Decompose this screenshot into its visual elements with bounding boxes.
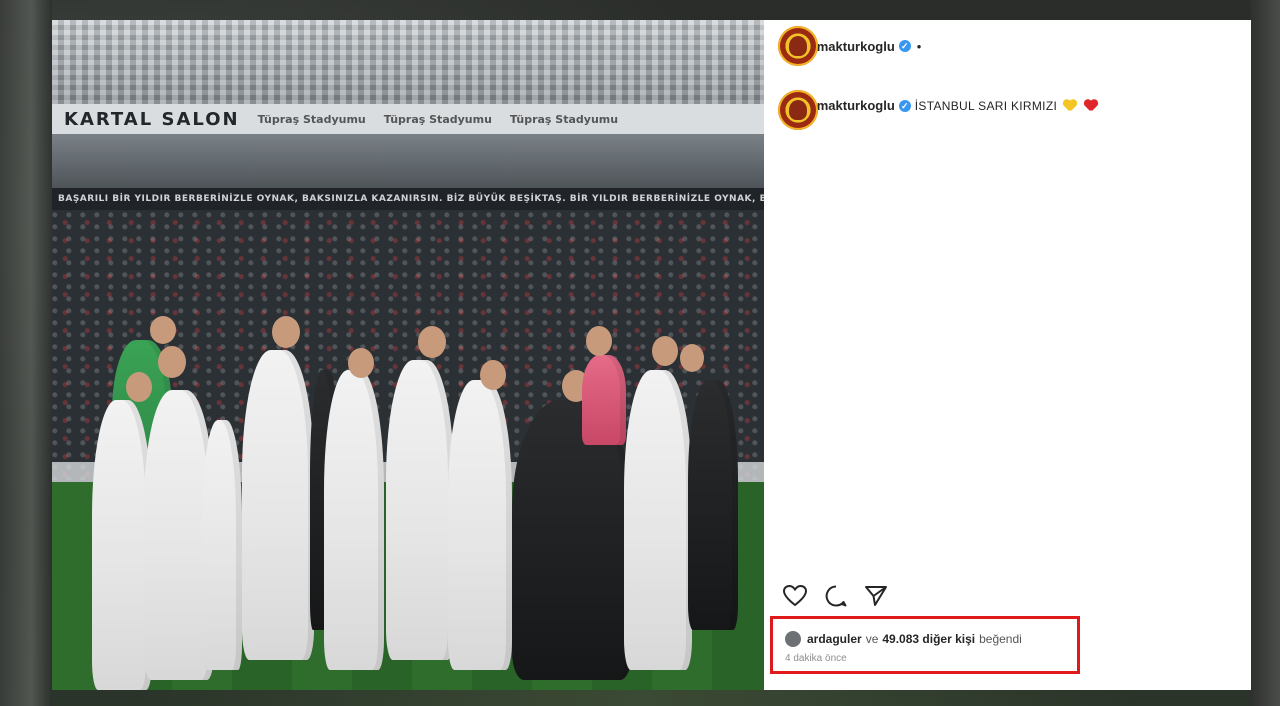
player-shape [324, 370, 384, 670]
player-head [272, 316, 300, 348]
banner-mid-text: BAŞARILI BİR YILDIR BERBERİNİZLE OYNAK, … [58, 194, 764, 204]
player-shape [688, 380, 738, 630]
player-head [680, 344, 704, 372]
stadium-banner-mid: BAŞARILI BİR YILDIR BERBERİNİZLE OYNAK, … [52, 188, 764, 210]
banner-text: KARTAL SALON [64, 108, 240, 130]
right-blur-strip [1250, 0, 1280, 706]
player-head [126, 372, 152, 402]
player-head [150, 316, 176, 344]
caption-body: İSTANBUL SARI KIRMIZI [914, 98, 1058, 113]
banner-brand: Tüpraş Stadyumu [257, 112, 366, 126]
profile-avatar[interactable] [778, 26, 818, 66]
player-shape [624, 370, 692, 670]
likes-suffix: beğendi [979, 632, 1022, 646]
caption-time: 4d [790, 121, 1097, 133]
lion-logo-icon [789, 36, 807, 56]
like-heart-icon[interactable] [782, 584, 808, 608]
red-heart-icon [1084, 100, 1097, 112]
likes-highlight-box: ardaguler ve 49.083 diğer kişi beğendi 4… [770, 616, 1080, 674]
yellow-heart-icon [1063, 100, 1076, 112]
player-head [418, 326, 446, 358]
player-head [158, 346, 186, 378]
stadium-stands [52, 20, 764, 110]
banner-brand-2: Tüpraş Stadyumu [383, 112, 492, 126]
liker-avatar[interactable] [785, 631, 801, 647]
post-panel: keremakturkoglu ✓ • keremakturkoglu ✓ İS… [764, 20, 1251, 690]
player-shape [448, 380, 512, 670]
player-shape [242, 350, 314, 660]
left-blur-strip [0, 0, 52, 706]
verified-badge-icon: ✓ [898, 40, 911, 52]
player-shape [92, 400, 152, 690]
likes-count[interactable]: 49.083 diğer kişi [882, 632, 975, 646]
caption: keremakturkoglu ✓ İSTANBUL SARI KIRMIZI … [778, 90, 1097, 133]
banner-brand-3: Tüpraş Stadyumu [509, 112, 619, 126]
caption-line: keremakturkoglu ✓ İSTANBUL SARI KIRMIZI [790, 98, 1097, 113]
player-head [652, 336, 678, 366]
action-bar [782, 584, 888, 608]
likes-connector: ve [865, 632, 879, 646]
caption-avatar[interactable] [778, 90, 818, 130]
header-dot: • [916, 38, 922, 54]
liker-username[interactable]: ardaguler [807, 632, 862, 646]
verified-badge-icon: ✓ [898, 99, 911, 112]
likes-line[interactable]: ardaguler ve 49.083 diğer kişi beğendi [785, 631, 1026, 647]
share-icon[interactable] [864, 584, 888, 608]
player-shape [202, 420, 242, 670]
post-header: keremakturkoglu ✓ • [778, 24, 921, 68]
comment-icon[interactable] [824, 584, 848, 608]
likes-time: 4 dakika önce [785, 653, 847, 664]
player-head [480, 360, 506, 390]
player-shape [582, 355, 626, 445]
player-shape [386, 360, 454, 660]
lion-logo-icon [789, 100, 807, 120]
post-photo[interactable]: KARTAL SALON Tüpraş Stadyumu Tüpraş Stad… [52, 20, 764, 690]
caption-text-block: keremakturkoglu ✓ İSTANBUL SARI KIRMIZI … [790, 98, 1097, 133]
player-head [586, 326, 612, 356]
player-head [348, 348, 374, 378]
stadium-banner-top: KARTAL SALON Tüpraş Stadyumu Tüpraş Stad… [52, 104, 764, 134]
